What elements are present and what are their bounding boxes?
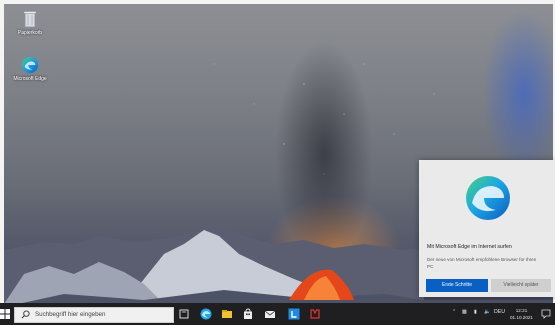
notification-description: Der neue von Microsoft empfohlene Browse… bbox=[427, 257, 537, 269]
taskbar: Suchbegriff hier eingeben ⌃ ▩ ▮ 🔈 DEU 12… bbox=[0, 303, 555, 325]
desktop-icon-recycle-bin[interactable]: Papierkorb bbox=[8, 10, 52, 36]
clock-date: 01.10.2021 bbox=[510, 315, 533, 320]
get-started-button[interactable]: Erste Schritte bbox=[426, 279, 488, 292]
clock[interactable]: 12:21 01.10.2021 bbox=[510, 307, 533, 321]
desktop-icon-label: Papierkorb bbox=[17, 30, 43, 36]
windows-start-icon[interactable] bbox=[0, 309, 10, 319]
battery-icon[interactable]: ▮ bbox=[474, 309, 477, 315]
maybe-later-button[interactable]: Vielleicht später bbox=[491, 279, 551, 292]
mail-icon[interactable] bbox=[264, 308, 276, 320]
app-red-icon[interactable] bbox=[309, 308, 321, 320]
edge-icon[interactable] bbox=[200, 308, 212, 320]
desktop-icon-edge[interactable]: Microsoft Edge bbox=[8, 56, 52, 82]
search-input[interactable]: Suchbegriff hier eingeben bbox=[14, 307, 174, 323]
notification-title: Mit Microsoft Edge im Internet surfen bbox=[427, 244, 512, 250]
recycle-bin-icon bbox=[23, 11, 37, 28]
volume-icon[interactable]: 🔈 bbox=[484, 309, 490, 315]
task-view-icon[interactable] bbox=[178, 308, 190, 320]
desktop-icon-label: Microsoft Edge bbox=[13, 76, 47, 82]
show-hidden-icons-chevron-icon[interactable]: ⌃ bbox=[452, 309, 456, 315]
search-placeholder: Suchbegriff hier eingeben bbox=[35, 311, 106, 318]
action-center-icon[interactable] bbox=[541, 309, 551, 319]
app-l-icon[interactable] bbox=[288, 308, 300, 320]
search-icon bbox=[21, 310, 30, 319]
file-explorer-icon[interactable] bbox=[221, 308, 233, 320]
clock-time: 12:21 bbox=[515, 308, 528, 313]
edge-logo-icon bbox=[466, 176, 510, 220]
edge-icon bbox=[21, 56, 39, 74]
edge-notification[interactable]: Mit Microsoft Edge im Internet surfen De… bbox=[419, 160, 555, 297]
network-icon[interactable]: ▩ bbox=[462, 309, 467, 315]
language-indicator[interactable]: DEU bbox=[494, 309, 505, 315]
store-icon[interactable] bbox=[242, 308, 254, 320]
